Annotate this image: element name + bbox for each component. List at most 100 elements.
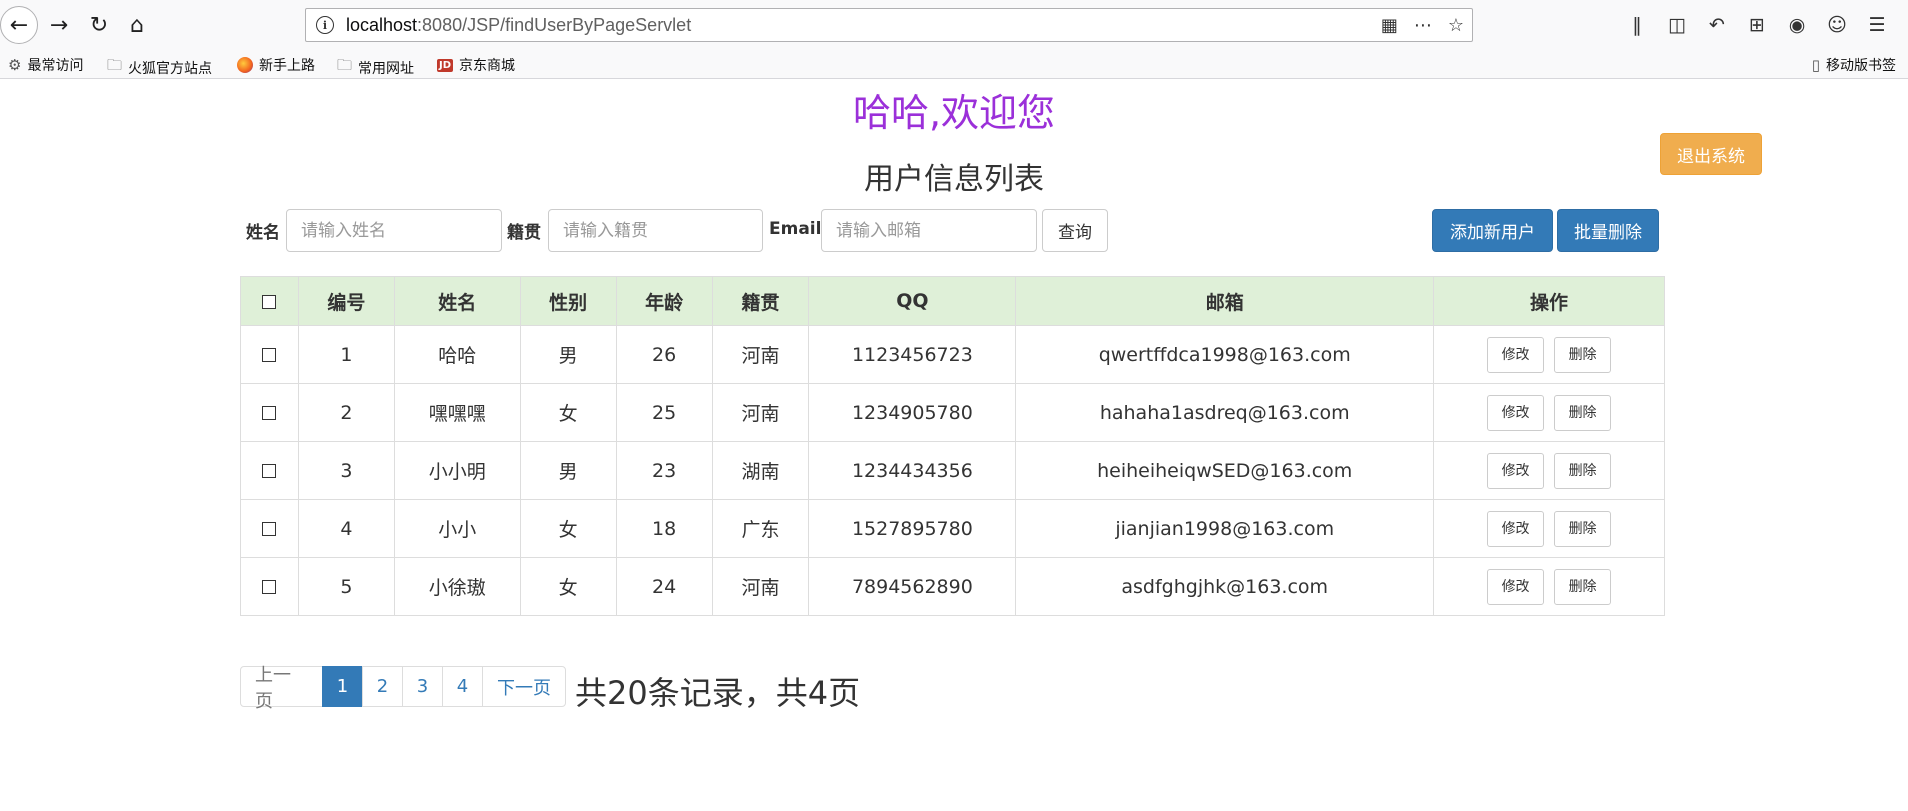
header-qq: QQ bbox=[808, 276, 1017, 326]
cell-origin: 河南 bbox=[711, 557, 810, 616]
page-1-button[interactable]: 1 bbox=[322, 666, 363, 707]
row-checkbox[interactable] bbox=[262, 406, 277, 420]
cell-id: 2 bbox=[297, 383, 395, 442]
cell-gender: 女 bbox=[519, 499, 617, 558]
next-page-button[interactable]: 下一页 bbox=[482, 666, 566, 707]
cell-email: heiheiheiqwSED@163.com bbox=[1015, 441, 1435, 500]
table-row: 5 小徐璈 女 24 河南 7894562890 asdfghgjhk@163.… bbox=[240, 557, 1665, 616]
cell-gender: 男 bbox=[519, 441, 617, 500]
chat-icon[interactable]: ◉ bbox=[1786, 12, 1808, 38]
more-icon[interactable]: ⋯ bbox=[1414, 13, 1432, 39]
cell-gender: 女 bbox=[519, 383, 617, 442]
page-title: 用户信息列表 bbox=[864, 162, 1044, 197]
cell-id: 5 bbox=[297, 557, 395, 616]
forward-icon[interactable]: → bbox=[40, 6, 78, 44]
browser-toolbar: ← → ↻ ⌂ i localhost:8080/JSP/findUserByP… bbox=[0, 0, 1908, 51]
cell-actions: 修改 删除 bbox=[1433, 325, 1665, 384]
delete-button[interactable]: 删除 bbox=[1554, 510, 1612, 547]
cell-qq: 1234434356 bbox=[808, 441, 1017, 500]
home-icon[interactable]: ⌂ bbox=[118, 6, 156, 44]
cell-name: 嘿嘿嘿 bbox=[393, 383, 521, 442]
cell-qq: 1234905780 bbox=[808, 383, 1017, 442]
cell-age: 25 bbox=[615, 383, 713, 442]
table-row: 2 嘿嘿嘿 女 25 河南 1234905780 hahaha1asdreq@1… bbox=[240, 383, 1665, 442]
library-icon[interactable]: ‖ bbox=[1626, 12, 1648, 38]
page-2-button[interactable]: 2 bbox=[362, 666, 403, 707]
delete-button[interactable]: 删除 bbox=[1554, 336, 1612, 373]
info-icon[interactable]: i bbox=[316, 16, 334, 34]
page-4-button[interactable]: 4 bbox=[442, 666, 483, 707]
cell-gender: 女 bbox=[519, 557, 617, 616]
header-age: 年龄 bbox=[615, 276, 713, 326]
row-checkbox[interactable] bbox=[262, 522, 277, 536]
header-gender: 性别 bbox=[519, 276, 617, 326]
cell-actions: 修改 删除 bbox=[1433, 499, 1665, 558]
delete-button[interactable]: 删除 bbox=[1554, 394, 1612, 431]
reload-icon[interactable]: ↻ bbox=[80, 6, 118, 44]
cell-actions: 修改 删除 bbox=[1433, 557, 1665, 616]
account-icon[interactable]: ☺ bbox=[1826, 12, 1848, 38]
prev-page-button[interactable]: 上一页 bbox=[240, 665, 323, 712]
table-row: 1 哈哈 男 26 河南 1123456723 qwertffdca1998@1… bbox=[240, 325, 1665, 384]
back-icon[interactable]: ← bbox=[0, 6, 38, 44]
record-summary: 共20条记录，共4页 bbox=[575, 674, 861, 712]
edit-button[interactable]: 修改 bbox=[1487, 568, 1545, 605]
cell-actions: 修改 删除 bbox=[1433, 383, 1665, 442]
query-button[interactable]: 查询 bbox=[1042, 209, 1108, 252]
edit-button[interactable]: 修改 bbox=[1487, 336, 1545, 373]
cell-actions: 修改 删除 bbox=[1433, 441, 1665, 500]
origin-label: 籍贯 bbox=[507, 223, 541, 243]
cell-name: 哈哈 bbox=[393, 325, 521, 384]
cell-gender: 男 bbox=[519, 325, 617, 384]
undo-icon[interactable]: ↶ bbox=[1706, 12, 1728, 38]
header-actions: 操作 bbox=[1433, 276, 1665, 326]
cell-qq: 1527895780 bbox=[808, 499, 1017, 558]
origin-input[interactable] bbox=[548, 209, 763, 252]
crop-icon[interactable]: ⊞ bbox=[1746, 12, 1768, 38]
bookmark-jd[interactable]: JD 京东商城 bbox=[437, 55, 515, 75]
edit-button[interactable]: 修改 bbox=[1487, 510, 1545, 547]
email-input[interactable] bbox=[821, 209, 1037, 252]
delete-button[interactable]: 删除 bbox=[1554, 568, 1612, 605]
edit-button[interactable]: 修改 bbox=[1487, 452, 1545, 489]
bookmark-most-visited[interactable]: ⚙ 最常访问 bbox=[8, 55, 83, 75]
cell-origin: 河南 bbox=[711, 383, 810, 442]
row-checkbox[interactable] bbox=[262, 464, 277, 478]
name-input[interactable] bbox=[286, 209, 502, 252]
cell-id: 3 bbox=[297, 441, 395, 500]
pagination: 上一页 1 2 3 4 下一页 bbox=[240, 665, 566, 712]
welcome-text: 哈哈,欢迎您 bbox=[852, 91, 1056, 135]
cell-email: asdfghgjhk@163.com bbox=[1015, 557, 1435, 616]
table-row: 4 小小 女 18 广东 1527895780 jianjian1998@163… bbox=[240, 499, 1665, 558]
select-all-checkbox[interactable] bbox=[262, 294, 277, 309]
mobile-bookmarks[interactable]: ▯ 移动版书签 bbox=[1812, 55, 1896, 75]
url-text[interactable]: localhost:8080/JSP/findUserByPageServlet bbox=[346, 15, 691, 36]
cell-origin: 广东 bbox=[711, 499, 810, 558]
cell-email: qwertffdca1998@163.com bbox=[1015, 325, 1435, 384]
bookmark-firefox-official[interactable]: 🗀 火狐官方站点 bbox=[107, 55, 212, 80]
bookmarks-bar: ⚙ 最常访问 🗀 火狐官方站点 新手上路 🗀 常用网址 JD 京东商城 ▯ 移动… bbox=[0, 51, 1908, 79]
gear-icon: ⚙ bbox=[8, 56, 22, 74]
row-checkbox[interactable] bbox=[262, 580, 277, 594]
jd-icon: JD bbox=[437, 58, 454, 72]
address-bar[interactable]: i localhost:8080/JSP/findUserByPageServl… bbox=[305, 8, 1473, 42]
cell-origin: 湖南 bbox=[711, 441, 810, 500]
cell-age: 23 bbox=[615, 441, 713, 500]
batch-delete-button[interactable]: 批量删除 bbox=[1557, 209, 1659, 252]
delete-button[interactable]: 删除 bbox=[1554, 452, 1612, 489]
phone-icon: ▯ bbox=[1811, 56, 1820, 74]
email-label: Email bbox=[769, 219, 822, 239]
bookmark-common-sites[interactable]: 🗀 常用网址 bbox=[337, 55, 414, 80]
page-3-button[interactable]: 3 bbox=[402, 666, 443, 707]
qr-icon[interactable]: ▦ bbox=[1381, 13, 1398, 39]
menu-icon[interactable]: ☰ bbox=[1866, 12, 1888, 38]
bookmark-getting-started[interactable]: 新手上路 bbox=[237, 55, 315, 75]
star-icon[interactable]: ☆ bbox=[1448, 13, 1464, 39]
cell-name: 小小 bbox=[393, 499, 521, 558]
add-user-button[interactable]: 添加新用户 bbox=[1432, 209, 1553, 252]
cell-age: 24 bbox=[615, 557, 713, 616]
sidebar-icon[interactable]: ◫ bbox=[1666, 12, 1688, 38]
select-all-cell bbox=[240, 276, 299, 326]
row-checkbox[interactable] bbox=[262, 348, 277, 362]
edit-button[interactable]: 修改 bbox=[1487, 394, 1545, 431]
